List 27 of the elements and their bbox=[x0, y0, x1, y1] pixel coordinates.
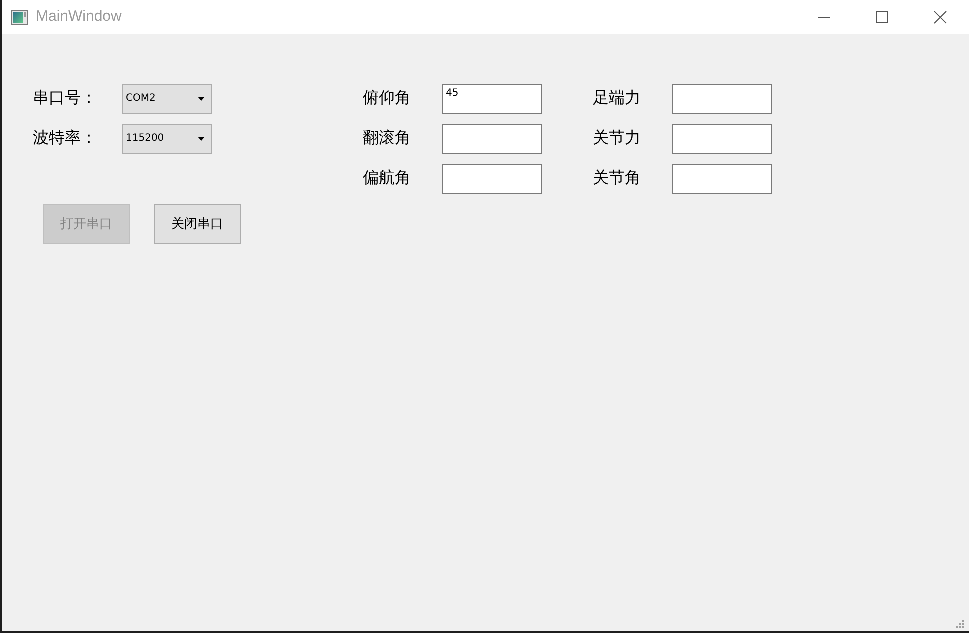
input-field[interactable] bbox=[672, 164, 772, 194]
maximize-icon bbox=[876, 11, 888, 23]
app-window-icon bbox=[11, 10, 28, 24]
input-field[interactable] bbox=[442, 124, 542, 154]
field-label: 串口号： bbox=[33, 88, 98, 109]
field-label: 偏航角 bbox=[363, 168, 412, 189]
caret-icon bbox=[198, 137, 205, 141]
minimize-icon bbox=[818, 16, 830, 18]
field-label: 翻滚角 bbox=[363, 128, 412, 149]
dropdown-value: COM2 bbox=[126, 94, 156, 104]
field-label: 关节力 bbox=[593, 128, 642, 149]
input-field[interactable] bbox=[672, 84, 772, 114]
field-label: 足端力 bbox=[593, 88, 642, 109]
input-field[interactable] bbox=[442, 164, 542, 194]
close-icon bbox=[934, 10, 946, 24]
dropdown[interactable]: 115200 bbox=[122, 124, 212, 154]
push-button[interactable]: 关闭串口 bbox=[154, 204, 241, 244]
field-label: 关节角 bbox=[593, 168, 642, 189]
input-field[interactable]: 45 bbox=[442, 84, 542, 114]
caret-icon bbox=[198, 97, 205, 101]
dropdown-value: 115200 bbox=[126, 134, 164, 144]
window-title: MainWindow bbox=[36, 6, 122, 27]
size-grip-icon[interactable] bbox=[956, 620, 964, 628]
field-label: 波特率： bbox=[33, 128, 98, 149]
field-label: 俯仰角 bbox=[363, 88, 412, 109]
input-field[interactable] bbox=[672, 124, 772, 154]
dropdown[interactable]: COM2 bbox=[122, 84, 212, 114]
